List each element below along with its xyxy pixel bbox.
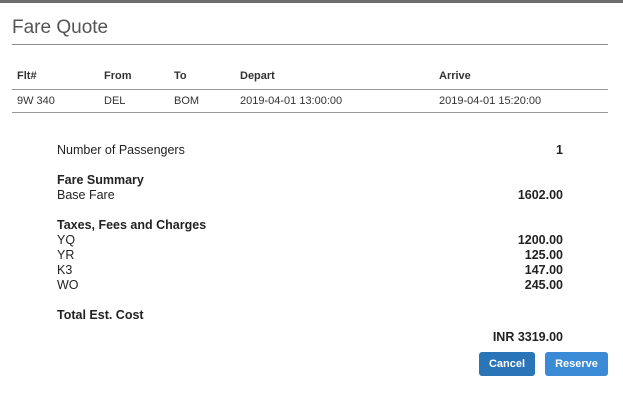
cell-depart: 2019-04-01 13:00:00 — [235, 89, 434, 113]
column-header-to: To — [169, 62, 235, 90]
flight-table-header-row: Flt# From To Depart Arrive — [12, 62, 608, 90]
base-fare-value: 1602.00 — [517, 188, 563, 202]
tax-row: K3 147.00 — [57, 263, 563, 278]
tax-label: YQ — [57, 233, 76, 247]
fare-summary-block: Fare Summary Base Fare 1602.00 — [57, 173, 563, 203]
tax-value: 245.00 — [524, 278, 563, 292]
taxes-heading: Taxes, Fees and Charges — [57, 218, 207, 232]
taxes-block: Taxes, Fees and Charges YQ 1200.00 YR 12… — [57, 218, 563, 293]
reserve-button[interactable]: Reserve — [545, 352, 608, 376]
flight-table: Flt# From To Depart Arrive 9W 340 DEL BO… — [12, 62, 608, 113]
total-label: Total Est. Cost — [57, 308, 144, 322]
total-block: Total Est. Cost INR 3319.00 — [57, 308, 563, 344]
total-value: INR 3319.00 — [492, 330, 563, 344]
tax-label: K3 — [57, 263, 73, 277]
tax-value: 147.00 — [524, 263, 563, 277]
passengers-label: Number of Passengers — [57, 143, 185, 157]
cell-from: DEL — [99, 89, 169, 113]
cell-arrive: 2019-04-01 15:20:00 — [434, 89, 608, 113]
passengers-value: 1 — [556, 143, 563, 157]
title-divider — [12, 44, 608, 45]
tax-row: YQ 1200.00 — [57, 233, 563, 248]
column-header-arrive: Arrive — [434, 62, 608, 90]
tax-row: YR 125.00 — [57, 248, 563, 263]
tax-label: WO — [57, 278, 79, 292]
tax-value: 125.00 — [524, 248, 563, 262]
fare-summary-heading: Fare Summary — [57, 173, 144, 187]
dialog-title: Fare Quote — [12, 17, 109, 38]
tax-row: WO 245.00 — [57, 278, 563, 293]
tax-value: 1200.00 — [517, 233, 563, 247]
table-row: 9W 340 DEL BOM 2019-04-01 13:00:00 2019-… — [12, 89, 608, 113]
cell-flight-number: 9W 340 — [12, 89, 99, 113]
column-header-flight-number: Flt# — [12, 62, 99, 90]
tax-label: YR — [57, 248, 75, 262]
dialog-top-border — [0, 0, 623, 3]
passengers-block: Number of Passengers 1 — [57, 143, 563, 158]
column-header-from: From — [99, 62, 169, 90]
cell-to: BOM — [169, 89, 235, 113]
column-header-depart: Depart — [235, 62, 434, 90]
cancel-button[interactable]: Cancel — [479, 352, 535, 376]
base-fare-label: Base Fare — [57, 188, 115, 202]
